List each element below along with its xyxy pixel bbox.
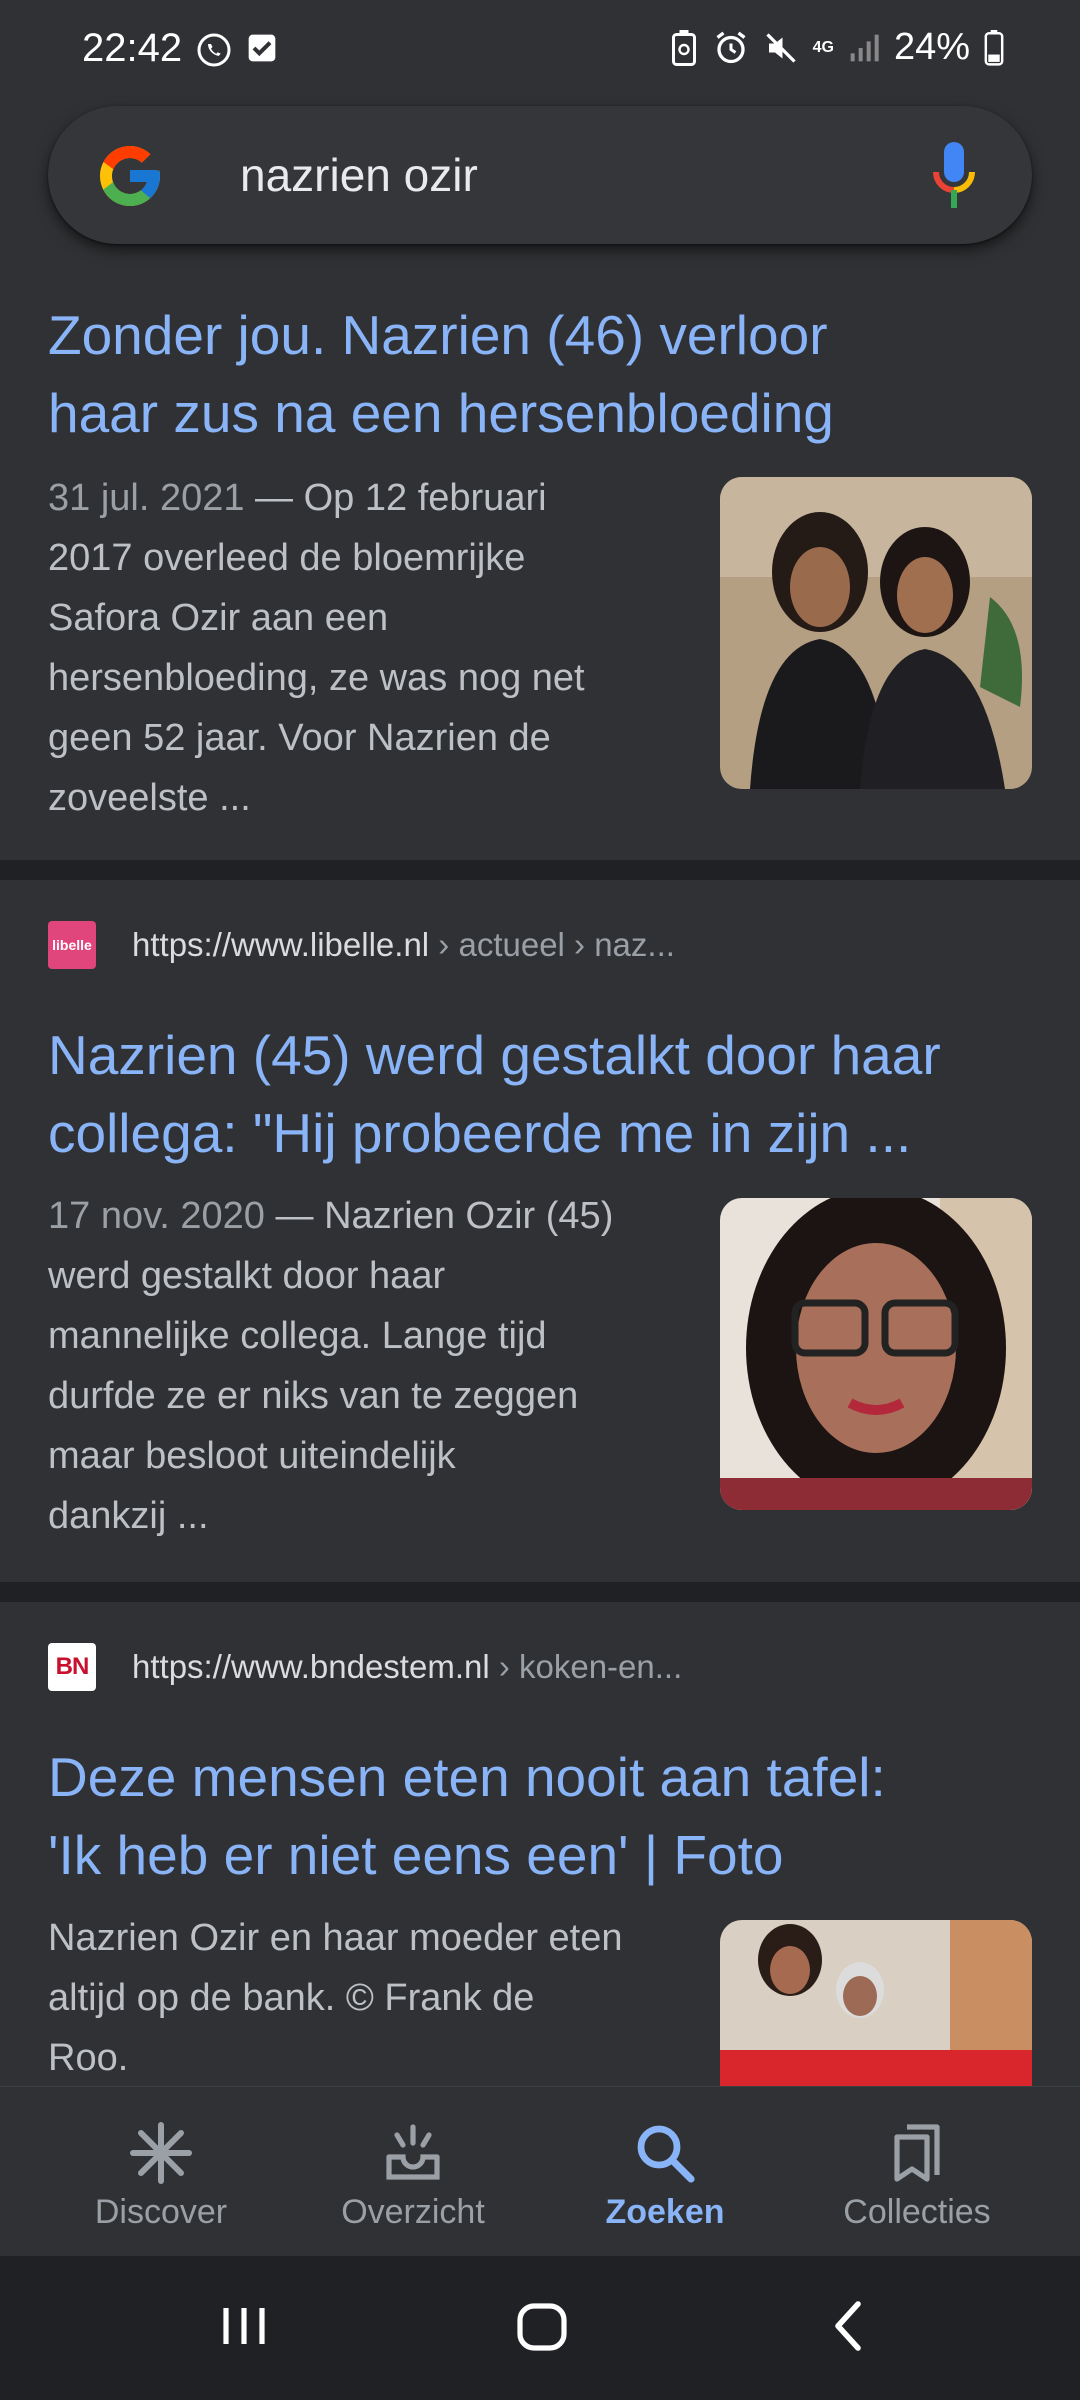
battery-saver-icon bbox=[669, 29, 699, 66]
result-title[interactable]: Deze mensen eten nooit aan tafel: 'Ik he… bbox=[48, 1738, 1048, 1894]
back-icon[interactable] bbox=[826, 2296, 870, 2356]
result-date: 17 nov. 2020 bbox=[48, 1195, 265, 1237]
system-navigation-bar bbox=[0, 2256, 1080, 2400]
status-time: 22:42 bbox=[82, 26, 183, 70]
search-input[interactable]: nazrien ozir bbox=[240, 148, 478, 202]
result-card[interactable]: Zonder jou. Nazrien (46) verloor haar zu… bbox=[0, 268, 1080, 860]
asterisk-icon bbox=[130, 2122, 192, 2184]
network-type-icon: 4G bbox=[812, 38, 834, 56]
result-url-domain[interactable]: https://www.bndestem.nl bbox=[132, 1648, 490, 1685]
result-divider bbox=[0, 1582, 1080, 1602]
search-results[interactable]: Zonder jou. Nazrien (46) verloor haar zu… bbox=[0, 268, 1080, 2086]
result-snippet: 17 nov. 2020 — Nazrien Ozir (45) werd ge… bbox=[48, 1195, 614, 1537]
result-divider bbox=[0, 860, 1080, 880]
result-thumbnail[interactable] bbox=[720, 1920, 1032, 2086]
result-snippet: Nazrien Ozir en haar moeder eten altijd … bbox=[48, 1917, 623, 2079]
result-date: 31 jul. 2021 bbox=[48, 477, 245, 519]
result-url-domain[interactable]: https://www.libelle.nl bbox=[132, 926, 429, 963]
nav-label: Collecties bbox=[843, 2193, 991, 2231]
signal-icon bbox=[848, 32, 880, 64]
status-bar: 22:42 4G 24% bbox=[0, 0, 1080, 100]
result-url-path[interactable]: › koken-en... bbox=[490, 1648, 682, 1685]
result-thumbnail[interactable] bbox=[720, 477, 1032, 789]
libelle-favicon-icon: libelle bbox=[48, 921, 96, 969]
mute-icon bbox=[763, 30, 799, 66]
nav-overzicht[interactable]: Overzicht bbox=[278, 2087, 548, 2257]
search-icon bbox=[637, 2125, 695, 2183]
result-url-path[interactable]: › actueel › naz... bbox=[429, 926, 675, 963]
checkbox-notification-icon bbox=[246, 32, 278, 73]
overview-icon bbox=[386, 2124, 440, 2180]
result-source[interactable]: libelle https://www.libelle.nl › actueel… bbox=[48, 920, 675, 970]
whatsapp-icon bbox=[196, 32, 232, 73]
nav-zoeken[interactable]: Zoeken bbox=[530, 2087, 800, 2257]
result-card[interactable]: libelle https://www.libelle.nl › actueel… bbox=[0, 880, 1080, 1582]
result-title[interactable]: Nazrien (45) werd gestalkt door haar col… bbox=[48, 1016, 1048, 1172]
alarm-icon bbox=[713, 30, 749, 66]
nav-label: Overzicht bbox=[341, 2193, 485, 2231]
microphone-icon[interactable] bbox=[932, 142, 976, 208]
search-bar[interactable]: nazrien ozir bbox=[48, 106, 1032, 244]
collections-icon bbox=[894, 2124, 940, 2182]
home-icon[interactable] bbox=[514, 2296, 570, 2356]
battery-percent: 24% bbox=[893, 26, 970, 68]
nav-label: Discover bbox=[94, 2193, 228, 2231]
recent-apps-icon[interactable] bbox=[218, 2296, 270, 2356]
result-title[interactable]: Zonder jou. Nazrien (46) verloor haar zu… bbox=[48, 296, 1048, 452]
result-snippet: 31 jul. 2021 — Op 12 februari 2017 overl… bbox=[48, 477, 585, 819]
result-thumbnail[interactable] bbox=[720, 1198, 1032, 1510]
result-card[interactable]: BN https://www.bndestem.nl › koken-en...… bbox=[0, 1602, 1080, 2086]
nav-label: Zoeken bbox=[605, 2193, 725, 2231]
result-source[interactable]: BN https://www.bndestem.nl › koken-en... bbox=[48, 1642, 682, 1692]
nav-collecties[interactable]: Collecties bbox=[782, 2087, 1052, 2257]
bottom-navigation: Discover Overzicht Zoeken Collecties bbox=[0, 2086, 1080, 2257]
battery-icon bbox=[984, 29, 1004, 66]
bndestem-favicon-icon: BN bbox=[48, 1643, 96, 1691]
google-logo-icon[interactable] bbox=[94, 140, 166, 212]
nav-discover[interactable]: Discover bbox=[26, 2087, 296, 2257]
